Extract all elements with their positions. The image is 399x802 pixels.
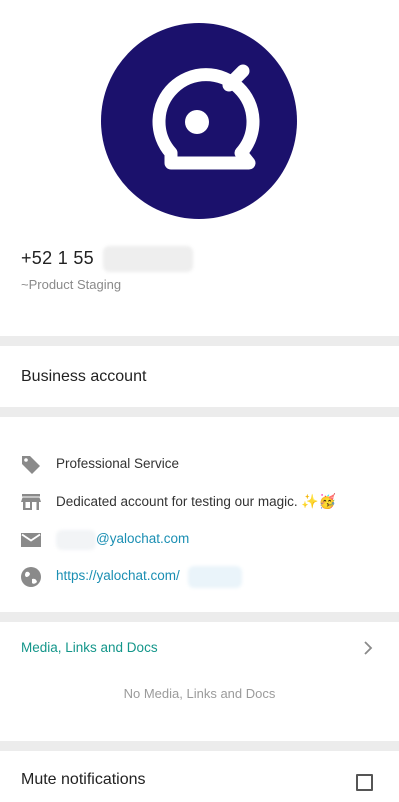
mute-notifications-checkbox[interactable]	[356, 774, 373, 791]
media-empty-state: No Media, Links and Docs	[123, 686, 276, 701]
mute-notifications-label: Mute notifications	[21, 771, 146, 788]
section-divider	[0, 336, 399, 346]
media-links-docs-title[interactable]: Media, Links and Docs	[21, 640, 158, 655]
redacted-email-user	[56, 530, 96, 550]
phone-number: +52 1 55	[21, 248, 94, 269]
profile-header	[0, 0, 399, 240]
section-divider	[0, 741, 399, 751]
section-divider	[0, 612, 399, 622]
yalo-logo-icon	[152, 64, 260, 170]
store-icon	[21, 494, 41, 510]
description-emoji: ✨🥳	[301, 493, 337, 509]
profile-subtitle: ~Product Staging	[21, 277, 122, 292]
info-website-row[interactable]: https://yalochat.com/	[0, 561, 399, 591]
business-description-text: Dedicated account for testing our magic.	[56, 494, 298, 509]
redacted-website-path	[188, 566, 242, 588]
section-divider	[0, 407, 399, 417]
phone-prefix: +52 1 55	[21, 248, 94, 268]
business-account-label: Business account	[21, 368, 147, 385]
globe-icon	[21, 567, 41, 587]
redacted-phone	[103, 246, 193, 272]
business-description: Dedicated account for testing our magic.…	[56, 493, 336, 510]
info-email-row[interactable]: @yalochat.com	[0, 524, 399, 554]
business-email[interactable]: @yalochat.com	[96, 531, 189, 546]
tag-icon	[22, 456, 40, 474]
business-category: Professional Service	[56, 456, 180, 471]
info-description-row: Dedicated account for testing our magic.…	[0, 486, 399, 516]
mail-icon	[21, 533, 41, 547]
avatar[interactable]	[101, 23, 297, 219]
business-website[interactable]: https://yalochat.com/	[56, 568, 180, 583]
info-category-row: Professional Service	[0, 449, 399, 479]
chevron-right-icon[interactable]	[361, 639, 375, 657]
